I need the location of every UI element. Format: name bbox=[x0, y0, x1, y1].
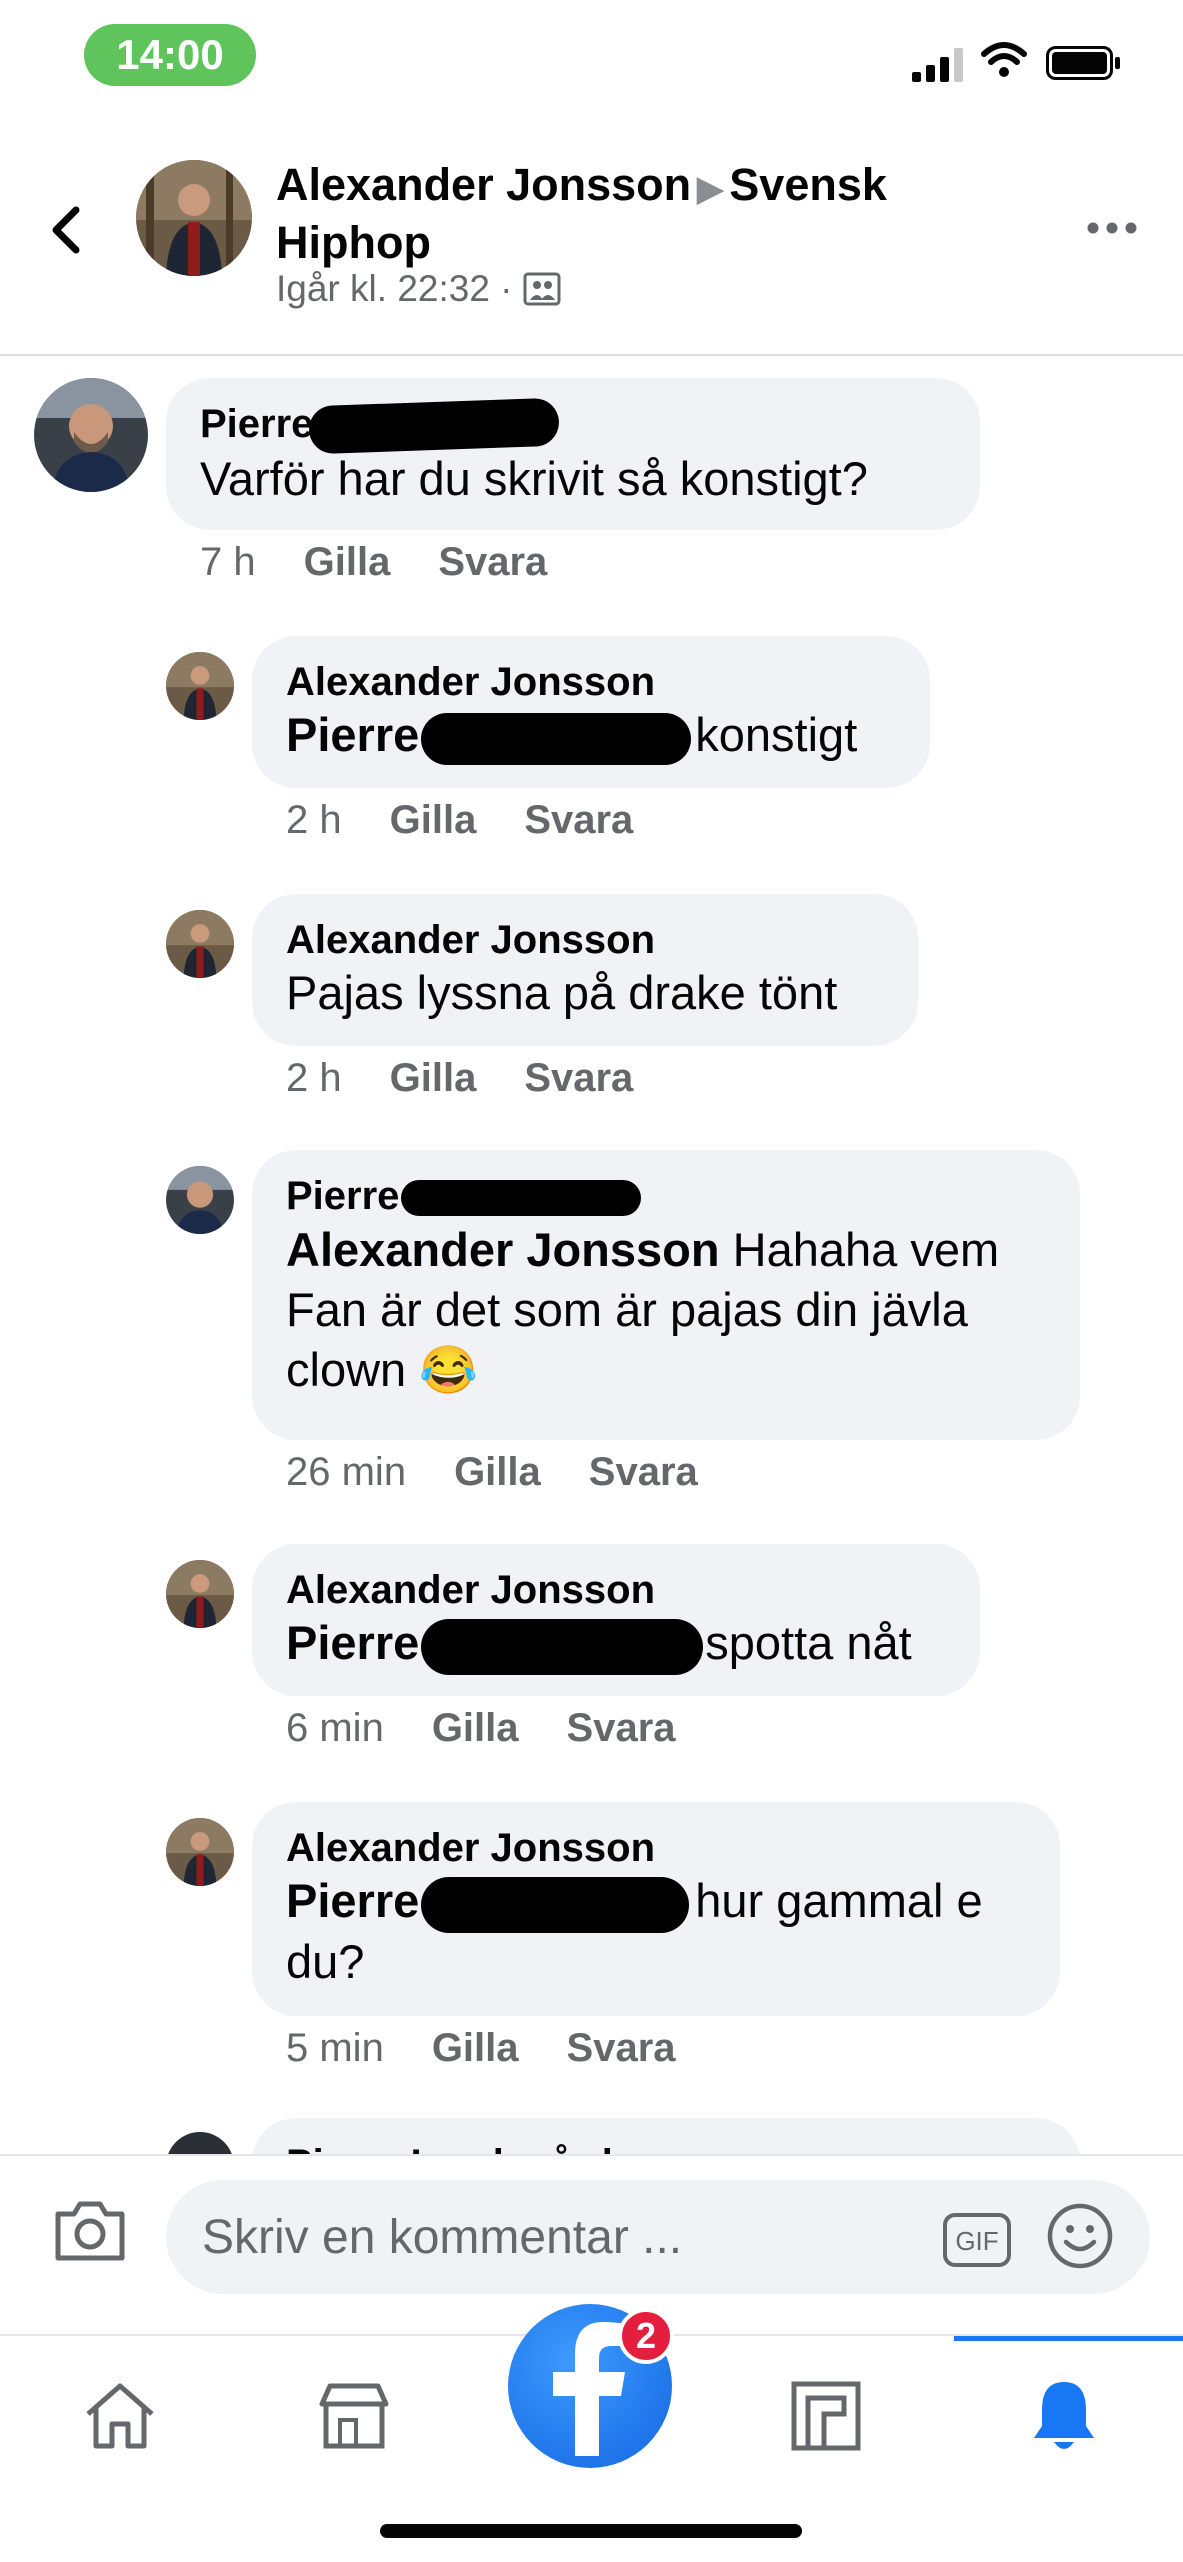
redaction-mark bbox=[421, 1618, 704, 1675]
comment-bubble[interactable]: Alexander Jonsson Pierre hur gammal e du? bbox=[252, 1802, 1060, 2016]
avatar[interactable] bbox=[166, 1560, 234, 1628]
post-author-name[interactable]: Alexander Jonsson bbox=[276, 159, 691, 210]
comment-actions: 5 min Gilla Svara bbox=[286, 2026, 676, 2071]
redaction-mark bbox=[421, 712, 692, 765]
comment-time[interactable]: 26 min bbox=[286, 1450, 406, 1495]
comment-time[interactable]: 5 min bbox=[286, 2026, 384, 2071]
post-header: Alexander Jonsson ▶ Svensk Hiphop Igår kl.… bbox=[0, 120, 1183, 356]
comment-mention[interactable]: Pierre bbox=[286, 708, 419, 761]
author-avatar[interactable] bbox=[136, 160, 252, 276]
comment-time[interactable]: 2 h bbox=[286, 1056, 342, 1101]
redaction-mark bbox=[421, 1876, 690, 1933]
tab-notifications[interactable] bbox=[1004, 2356, 1124, 2476]
arrow-right-icon: ▶ bbox=[697, 170, 724, 208]
avatar[interactable] bbox=[166, 1166, 234, 1234]
redaction-mark bbox=[308, 398, 561, 455]
reply-button[interactable]: Svara bbox=[589, 1450, 698, 1495]
notification-badge: 2 bbox=[618, 2308, 674, 2364]
comment-text: Varför har du skrivit så konstigt? bbox=[200, 452, 868, 506]
reply-button[interactable]: Svara bbox=[524, 1056, 633, 1101]
reply-button[interactable]: Svara bbox=[438, 540, 547, 585]
like-button[interactable]: Gilla bbox=[454, 1450, 541, 1495]
active-tab-indicator bbox=[954, 2336, 1183, 2341]
home-icon bbox=[86, 2383, 154, 2449]
comment-text: Pierre hur gammal e du? bbox=[286, 1874, 983, 1988]
comment-time[interactable]: 7 h bbox=[200, 540, 256, 585]
pages-icon bbox=[791, 2381, 861, 2451]
comment-author[interactable]: Pierre Ingelegård bbox=[286, 2140, 1046, 2154]
avatar[interactable] bbox=[166, 2132, 234, 2154]
post-title: Alexander Jonsson ▶ Svensk Hiphop bbox=[276, 158, 976, 270]
comment-author[interactable]: Pierre bbox=[200, 398, 946, 455]
battery-icon bbox=[1046, 46, 1120, 80]
comment-text: Pierre spotta nåt bbox=[286, 1614, 946, 1675]
comment-bubble[interactable]: Alexander Jonsson Pierre konstigt bbox=[252, 636, 930, 788]
like-button[interactable]: Gilla bbox=[432, 1706, 519, 1751]
comment-text: Pierre konstigt bbox=[286, 706, 896, 765]
status-bar: 14:00 bbox=[0, 0, 1183, 120]
gif-button[interactable]: GIF bbox=[942, 2212, 1012, 2268]
status-time: 14:00 bbox=[84, 24, 256, 86]
tab-pages[interactable] bbox=[766, 2356, 886, 2476]
comment-bubble[interactable]: Pierre Alexander Jonsson Hahaha vem Fan … bbox=[252, 1150, 1080, 1440]
comment-author[interactable]: Alexander Jonsson bbox=[286, 658, 896, 706]
comment-text: Pajas lyssna på drake tönt bbox=[286, 966, 838, 1019]
like-button[interactable]: Gilla bbox=[390, 798, 477, 843]
comment-time[interactable]: 6 min bbox=[286, 1706, 384, 1751]
comment-bubble[interactable]: Alexander Jonsson Pajas lyssna på drake … bbox=[252, 894, 918, 1046]
avatar[interactable] bbox=[166, 1818, 234, 1886]
avatar[interactable] bbox=[34, 378, 148, 492]
comment-author[interactable]: Alexander Jonsson bbox=[286, 1566, 946, 1614]
more-options-icon[interactable] bbox=[1086, 216, 1138, 240]
emoji-icon[interactable] bbox=[1046, 2202, 1114, 2270]
tab-home[interactable] bbox=[60, 2356, 180, 2476]
avatar[interactable] bbox=[166, 910, 234, 978]
reply-button[interactable]: Svara bbox=[524, 798, 633, 843]
like-button[interactable]: Gilla bbox=[304, 540, 391, 585]
post-meta: Igår kl. 22:32 · bbox=[276, 268, 561, 310]
avatar[interactable] bbox=[166, 652, 234, 720]
comment-author[interactable]: Alexander Jonsson bbox=[286, 1824, 1026, 1872]
comment-mention[interactable]: Pierre bbox=[286, 1874, 419, 1927]
notifications-bell-icon bbox=[1034, 2382, 1094, 2449]
home-indicator bbox=[380, 2524, 802, 2538]
comment-author[interactable]: Alexander Jonsson bbox=[286, 916, 884, 964]
back-arrow-icon[interactable] bbox=[40, 190, 92, 270]
like-button[interactable]: Gilla bbox=[432, 2026, 519, 2071]
like-button[interactable]: Gilla bbox=[390, 1056, 477, 1101]
cellular-signal-icon bbox=[912, 48, 963, 82]
comment-actions: 2 h Gilla Svara bbox=[286, 1056, 633, 1101]
wifi-icon bbox=[981, 42, 1027, 77]
comment-actions: 6 min Gilla Svara bbox=[286, 1706, 676, 1751]
comment-actions: 2 h Gilla Svara bbox=[286, 798, 633, 843]
redaction-mark bbox=[401, 1180, 642, 1217]
comment-mention[interactable]: Pierre bbox=[286, 1616, 419, 1669]
camera-icon[interactable] bbox=[52, 2196, 128, 2266]
group-audience-icon bbox=[523, 272, 561, 306]
comment-bubble[interactable]: Pierre Varför har du skrivit så konstigt… bbox=[166, 378, 980, 530]
comment-bubble[interactable]: Alexander Jonsson Pierre spotta nåt bbox=[252, 1544, 980, 1696]
comment-time[interactable]: 2 h bbox=[286, 798, 342, 843]
marketplace-icon bbox=[319, 2383, 389, 2449]
comment-mention[interactable]: Alexander Jonsson bbox=[286, 1223, 720, 1276]
comment-text: Alexander Jonsson Hahaha vem Fan är det … bbox=[286, 1223, 1000, 1396]
reply-button[interactable]: Svara bbox=[567, 2026, 676, 2071]
comment-thread[interactable]: Pierre Varför har du skrivit så konstigt… bbox=[0, 354, 1183, 2154]
comment-bubble[interactable]: Pierre Ingelegård bbox=[252, 2118, 1080, 2154]
reply-button[interactable]: Svara bbox=[567, 1706, 676, 1751]
tab-marketplace[interactable] bbox=[294, 2356, 414, 2476]
comment-actions: 7 h Gilla Svara bbox=[200, 540, 547, 585]
post-timestamp[interactable]: Igår kl. 22:32 · bbox=[276, 268, 513, 310]
gif-label: GIF bbox=[955, 2226, 998, 2256]
comment-author[interactable]: Pierre bbox=[286, 1172, 1046, 1220]
comment-actions: 26 min Gilla Svara bbox=[286, 1450, 698, 1495]
